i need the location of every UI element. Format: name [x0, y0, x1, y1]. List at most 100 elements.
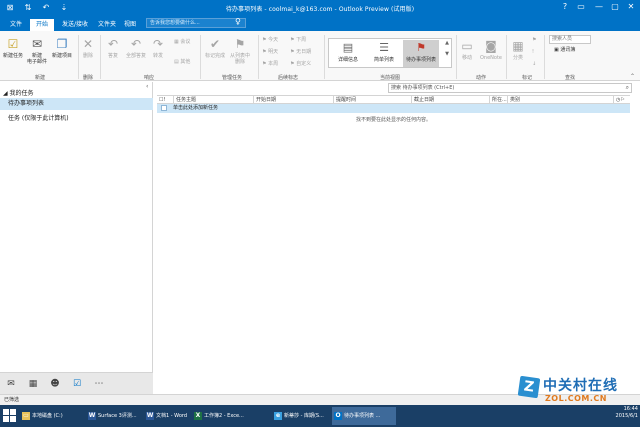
view-simple-list[interactable]: ☰ 简单列表	[367, 40, 401, 67]
view-todo-list[interactable]: ⚑ 待办事项列表	[403, 40, 439, 67]
gallery-down-icon[interactable]: ▼	[445, 51, 449, 57]
more-respond-label: 其他	[180, 59, 191, 65]
remove-from-list-label: 从列表中 删除	[229, 53, 250, 65]
col-start-date[interactable]: 开始日期	[253, 96, 333, 104]
col-categories[interactable]: 类别	[507, 96, 613, 104]
tab-view[interactable]: 视图	[118, 19, 142, 31]
view-detailed[interactable]: ▤ 详细信息	[331, 40, 365, 67]
taskbar-item[interactable]: O 待办事项列表 ...	[332, 407, 396, 425]
filter-status: 已筛选	[4, 397, 20, 403]
gallery-up-icon[interactable]: ▲	[445, 40, 449, 46]
taskbar-item-label: 待办事项列表 ...	[344, 413, 381, 419]
flag-tag-icon[interactable]: ⚑	[532, 37, 536, 43]
importance-high-icon[interactable]: !	[532, 49, 534, 55]
tell-me-input[interactable]: 告诉我您想要做什么...	[146, 18, 246, 28]
reply-label: 答复	[107, 53, 118, 59]
reply-all-button[interactable]: ↶ 全部答复	[124, 37, 148, 59]
close-button[interactable]: ✕	[624, 2, 638, 11]
divider	[200, 35, 201, 79]
maximize-button[interactable]: ▢	[608, 2, 622, 11]
group-manage-label: 管理任务	[221, 75, 242, 81]
move-button[interactable]: ▭ 移动	[458, 39, 476, 61]
mail-icon[interactable]: ✉	[4, 378, 18, 390]
reply-icon: ↶	[107, 37, 119, 51]
group-tags-label: 标记	[521, 75, 532, 81]
ribbon-display-icon[interactable]: ▭	[574, 2, 588, 11]
followup-next-week[interactable]: ⚑ 下周	[290, 37, 306, 43]
followup-this-week[interactable]: ⚑ 本周	[262, 61, 278, 67]
tasks-icon[interactable]: ☑	[70, 378, 84, 390]
more-modules-icon[interactable]: ⋯	[92, 378, 106, 390]
start-button[interactable]	[2, 408, 18, 424]
followup-tomorrow-label: 明天	[268, 49, 279, 55]
col-reminder[interactable]: 提醒时间	[333, 96, 411, 104]
divider	[100, 35, 101, 79]
followup-custom[interactable]: ⚑ 自定义	[290, 61, 311, 67]
taskbar-item-label: 工作簿2 - Exce...	[204, 413, 244, 419]
meeting-label: 会议	[180, 39, 191, 45]
forward-label: 转发	[152, 53, 163, 59]
col-subject[interactable]: 任务主题	[173, 96, 253, 104]
taskbar-item-label: Surface 3评测...	[98, 413, 137, 419]
nav-item-todo-list[interactable]: 待办事项列表	[0, 98, 153, 110]
minimize-button[interactable]: —	[592, 2, 606, 11]
col-due-date[interactable]: 截止日期	[411, 96, 489, 104]
detailed-view-icon: ▤	[342, 41, 354, 54]
divider	[78, 35, 79, 79]
followup-today[interactable]: ⚑ 今天	[262, 37, 278, 43]
mark-complete-button[interactable]: ✔ 标记完成	[204, 37, 226, 59]
help-icon[interactable]: ?	[558, 2, 572, 11]
search-tasks-input[interactable]: 搜索 待办事项列表 (Ctrl+E) ⌕	[388, 83, 632, 93]
current-view-gallery: ▤ 详细信息 ☰ 简单列表 ⚑ 待办事项列表 ▲ ▼	[328, 38, 452, 68]
taskbar-item[interactable]: e 新蒂莎 - 库期(S...	[272, 407, 330, 425]
excel-icon: X	[194, 412, 202, 420]
collapse-pane-icon[interactable]: ‹	[146, 83, 148, 90]
delete-label: 删除	[82, 53, 93, 59]
taskbar-item[interactable]: W文档1 - Word ...	[144, 407, 190, 425]
people-icon[interactable]: ☻	[48, 378, 62, 390]
icon-columns[interactable]: ☐!	[157, 96, 173, 104]
group-actions-label: 动作	[475, 75, 486, 81]
new-items-button[interactable]: ❐ 新建项目	[50, 37, 74, 59]
tab-send-receive[interactable]: 发送/接收	[56, 19, 94, 31]
nav-item-tasks-local[interactable]: 任务 (仅限于此计算机)	[8, 113, 69, 122]
task-column-headers: ☐! 任务主题 开始日期 提醒时间 截止日期 所在... 类别 ◷⚐	[157, 95, 630, 104]
remove-from-list-button[interactable]: ⚑ 从列表中 删除	[228, 37, 252, 65]
new-email-button[interactable]: ✉ 新建 电子邮件	[26, 37, 48, 65]
window-title: 待办事项列表 - coolmai_k@163.com - Outlook Pre…	[225, 6, 415, 13]
importance-low-icon[interactable]: ↓	[532, 61, 536, 67]
more-respond-button[interactable]: ▤ 其他	[174, 59, 190, 65]
followup-tomorrow[interactable]: ⚑ 明天	[262, 49, 278, 55]
flag-column-icon: ⚐	[620, 97, 625, 103]
clipboard-check-icon: ☑	[7, 37, 19, 51]
tab-file[interactable]: 文件	[4, 19, 28, 31]
flag-column[interactable]: ◷⚐	[613, 96, 630, 104]
address-book-button[interactable]: ▣ 通讯簿	[554, 46, 575, 53]
col-in-folder[interactable]: 所在...	[489, 96, 507, 104]
new-task-row[interactable]: 单击此处添加新任务	[157, 104, 630, 113]
clock-date: 2015/6/1	[615, 413, 638, 419]
search-icon[interactable]: ⌕	[626, 84, 629, 92]
taskbar-clock[interactable]: 16:44 2015/6/1	[608, 406, 640, 420]
taskbar-item[interactable]: W Surface 3评测...	[86, 407, 142, 425]
search-tasks-placeholder: 搜索 待办事项列表 (Ctrl+E)	[391, 85, 455, 91]
calendar-icon[interactable]: ▦	[26, 378, 40, 390]
followup-no-date[interactable]: ⚑ 无日期	[290, 49, 311, 55]
tab-home[interactable]: 开始	[30, 19, 55, 31]
search-people-input[interactable]: 搜索人员	[549, 35, 591, 44]
categorize-button[interactable]: ▦ 分类	[510, 39, 526, 61]
new-task-button[interactable]: ☑ 新建任务	[2, 37, 24, 59]
windows-logo-icon	[3, 409, 9, 415]
collapse-ribbon-icon[interactable]: ⌃	[630, 73, 635, 80]
forward-button[interactable]: ↷ 转发	[150, 37, 166, 59]
reply-button[interactable]: ↶ 答复	[104, 37, 122, 59]
ribbon-tabs: 文件 开始 发送/接收 文件夹 视图	[0, 17, 640, 31]
delete-button[interactable]: ✕ 删除	[80, 37, 96, 59]
taskbar-item-label: 文档1 - Word ...	[156, 413, 188, 419]
taskbar-item[interactable]: X 工作簿2 - Exce...	[192, 407, 270, 425]
meeting-button[interactable]: ▦ 会议	[174, 39, 190, 45]
onenote-button[interactable]: ◙ OneNote	[478, 39, 504, 61]
my-tasks-header[interactable]: ◢ 我的任务	[3, 88, 34, 97]
taskbar-item[interactable]: ▭ 本地磁盘 (C:)	[20, 407, 84, 425]
address-book-label: 通讯簿	[560, 47, 576, 53]
